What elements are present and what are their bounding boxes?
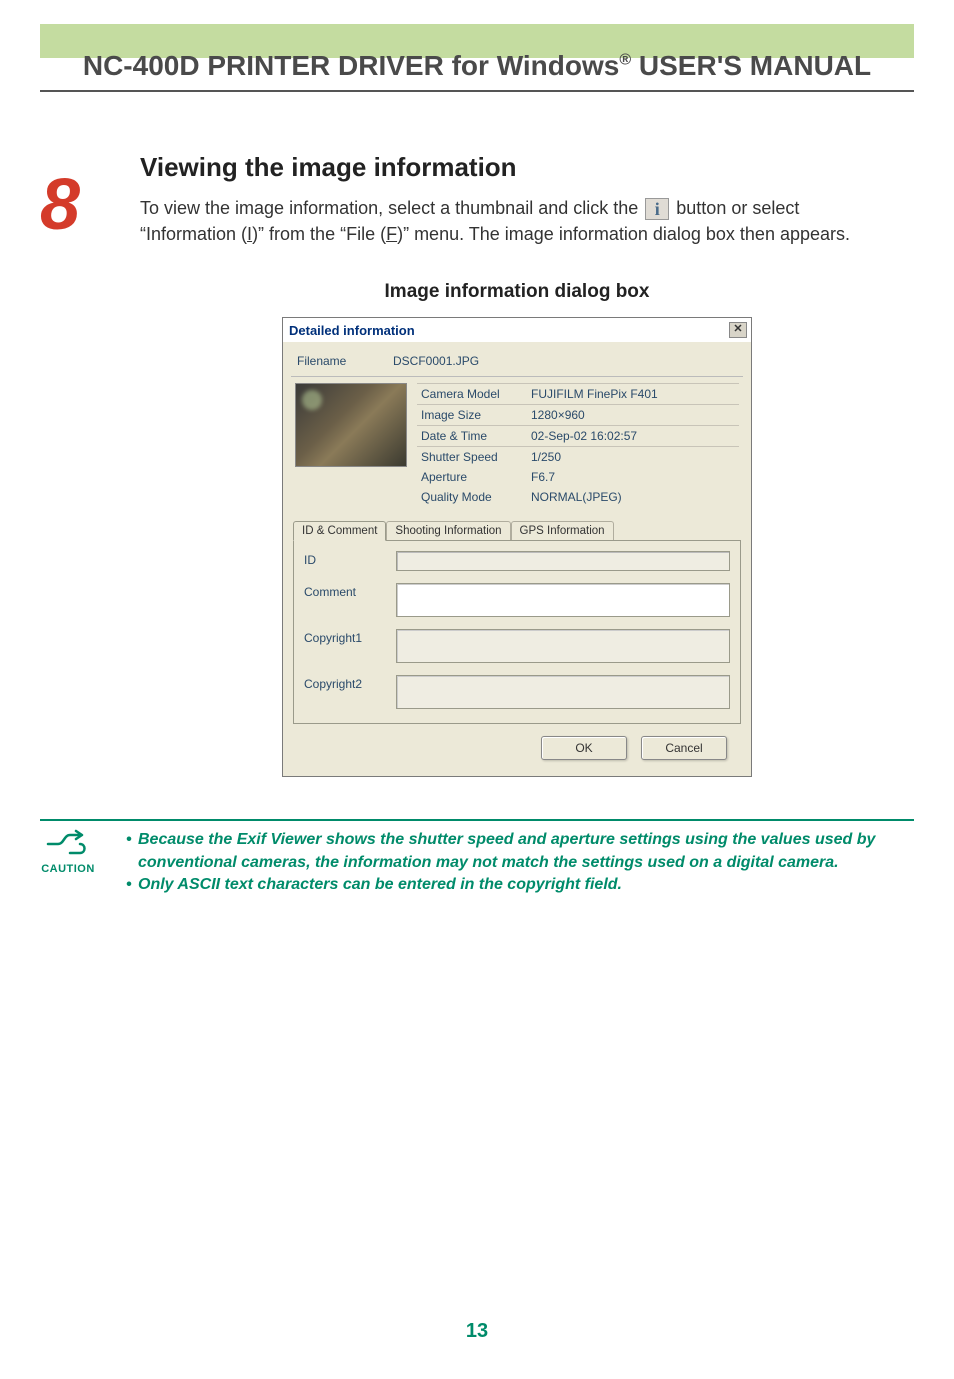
tab-gps-information[interactable]: GPS Information: [511, 521, 614, 540]
dialog-titlebar: Detailed information ✕: [283, 318, 751, 342]
detailed-information-dialog: Detailed information ✕ Filename DSCF0001…: [282, 317, 752, 777]
tab-panel-id-comment: ID Comment Copyright1 Copyright2: [293, 540, 741, 724]
date-time-value: 02-Sep-02 16:02:57: [527, 426, 739, 447]
filename-value: DSCF0001.JPG: [393, 354, 479, 368]
section-paragraph: To view the image information, select a …: [140, 195, 894, 247]
caution-rule: [40, 819, 914, 821]
close-icon: ✕: [733, 323, 742, 335]
para-part-3: )” from the “File (: [252, 224, 386, 244]
table-row: Image Size 1280×960: [417, 405, 739, 426]
camera-model-label: Camera Model: [417, 384, 527, 405]
id-input[interactable]: [396, 551, 730, 571]
tab-id-comment[interactable]: ID & Comment: [293, 521, 386, 541]
section-title: Viewing the image information: [140, 152, 894, 183]
table-row: Aperture F6.7: [417, 467, 739, 487]
header-title: NC-400D PRINTER DRIVER for Windows® USER…: [0, 50, 954, 82]
header-title-pre: NC-400D PRINTER DRIVER for Windows: [83, 50, 619, 81]
header-rule: [40, 90, 914, 92]
comment-input[interactable]: [396, 583, 730, 617]
filename-row: Filename DSCF0001.JPG: [291, 350, 743, 376]
aperture-label: Aperture: [417, 467, 527, 487]
filename-label: Filename: [297, 354, 375, 368]
thumbnail-preview: [295, 383, 407, 467]
info-table: Camera Model FUJIFILM FinePix F401 Image…: [417, 383, 739, 507]
tab-shooting-information[interactable]: Shooting Information: [386, 521, 510, 540]
image-size-value: 1280×960: [527, 405, 739, 426]
table-row: Date & Time 02-Sep-02 16:02:57: [417, 426, 739, 447]
dialog-title: Detailed information: [289, 323, 415, 338]
shutter-value: 1/250: [527, 447, 739, 468]
para-part-4: )” menu. The image information dialog bo…: [397, 224, 850, 244]
step-number: 8: [40, 164, 80, 246]
aperture-value: F6.7: [527, 467, 739, 487]
caution-icon: CAUTION: [40, 829, 96, 875]
caution-item-2: Only ASCII text characters can be entere…: [126, 874, 914, 896]
table-row: Camera Model FUJIFILM FinePix F401: [417, 384, 739, 405]
separator: [291, 376, 743, 377]
header-title-post: USER'S MANUAL: [631, 50, 871, 81]
quality-label: Quality Mode: [417, 487, 527, 507]
camera-model-value: FUJIFILM FinePix F401: [527, 384, 739, 405]
copyright1-label: Copyright1: [304, 629, 384, 645]
cancel-button[interactable]: Cancel: [641, 736, 727, 760]
registered-mark: ®: [619, 52, 631, 69]
caution-item-1: Because the Exif Viewer shows the shutte…: [126, 829, 914, 874]
shutter-label: Shutter Speed: [417, 447, 527, 468]
date-time-label: Date & Time: [417, 426, 527, 447]
caution-list: Because the Exif Viewer shows the shutte…: [126, 829, 914, 896]
caution-label: CAUTION: [41, 863, 95, 875]
close-button[interactable]: ✕: [729, 322, 747, 338]
ok-button[interactable]: OK: [541, 736, 627, 760]
para-part-1: To view the image information, select a …: [140, 198, 643, 218]
info-icon: i: [645, 198, 669, 220]
tab-strip: ID & Comment Shooting Information GPS In…: [293, 521, 741, 540]
id-label: ID: [304, 551, 384, 567]
copyright2-input[interactable]: [396, 675, 730, 709]
comment-label: Comment: [304, 583, 384, 599]
copyright1-input[interactable]: [396, 629, 730, 663]
table-row: Quality Mode NORMAL(JPEG): [417, 487, 739, 507]
table-row: Shutter Speed 1/250: [417, 447, 739, 468]
underline-f: F: [386, 224, 397, 244]
image-size-label: Image Size: [417, 405, 527, 426]
quality-value: NORMAL(JPEG): [527, 487, 739, 507]
dialog-caption: Image information dialog box: [140, 281, 894, 303]
page-number: 13: [0, 1320, 954, 1343]
copyright2-label: Copyright2: [304, 675, 384, 691]
